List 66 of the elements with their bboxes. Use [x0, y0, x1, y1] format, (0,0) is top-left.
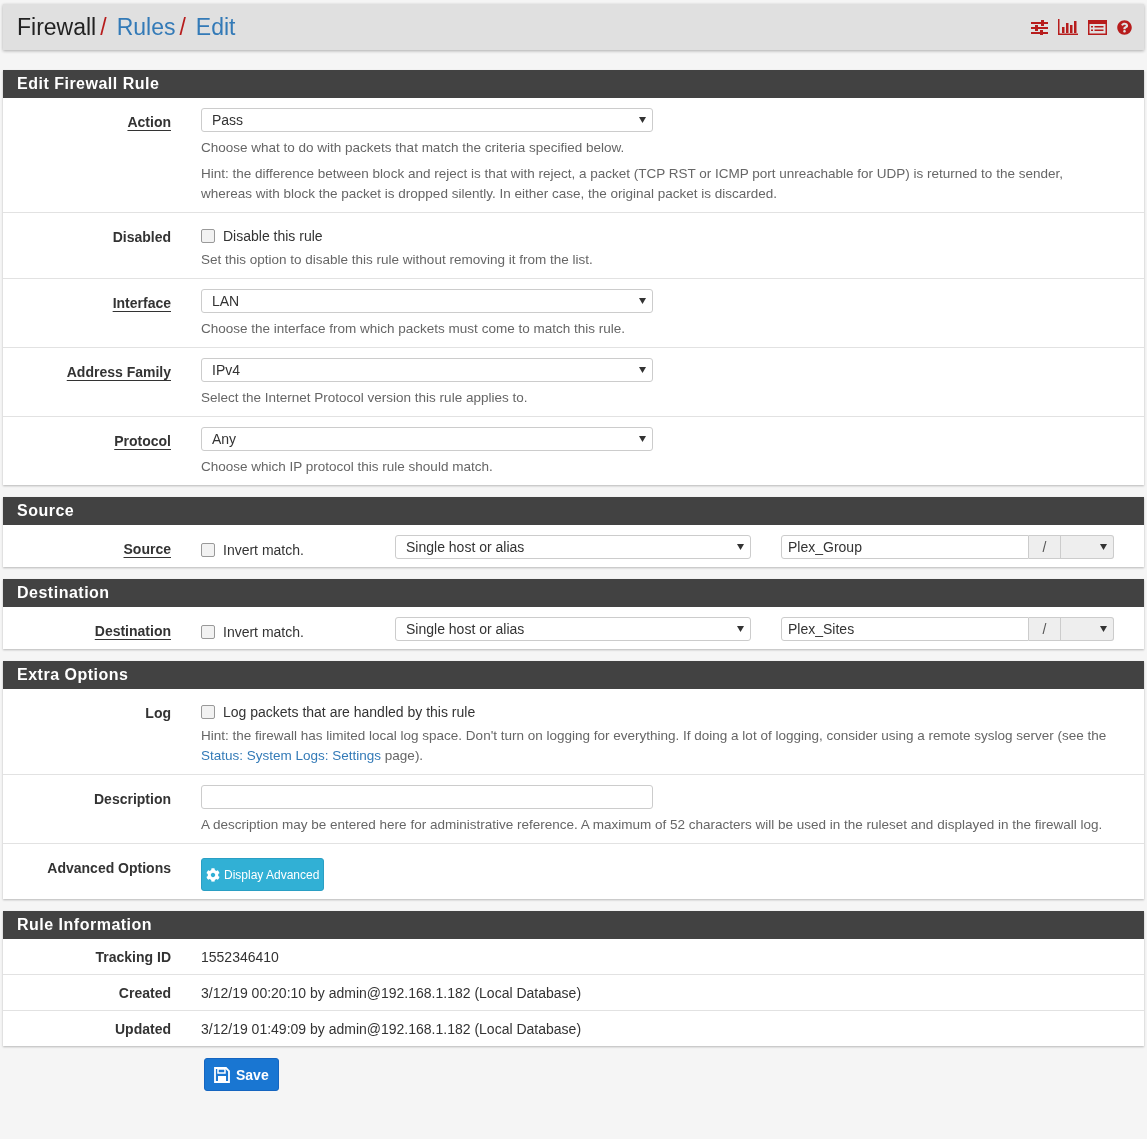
caret-icon — [639, 117, 646, 123]
save-button[interactable]: Save — [204, 1058, 279, 1091]
field-label: Created — [118, 984, 171, 1001]
panel-title: Extra Options — [3, 661, 1144, 689]
field-label: Tracking ID — [95, 948, 171, 965]
description-field[interactable] — [201, 785, 653, 809]
settings-link[interactable]: Status: System Logs: Settings — [201, 748, 382, 763]
field-label: Advanced Options — [47, 859, 171, 878]
dropdown[interactable]: IPv4 — [201, 358, 653, 382]
caret-icon — [639, 436, 646, 442]
caret-icon — [737, 544, 744, 550]
help-text: A description may be entered here for administrative reference. A maximum of 52 characters will be used in the ruleset and displayed in the firewall log. — [201, 816, 1104, 834]
list-icon[interactable] — [1088, 19, 1107, 35]
caret-icon — [1100, 544, 1107, 550]
field-label: Description — [94, 790, 171, 809]
help-text: Set this option to disable this rule without removing it from the list. — [201, 251, 594, 269]
type-dropdown[interactable]: Single host or alias — [395, 535, 751, 559]
help-text: Select the Internet Protocol version this rule applies to. — [201, 389, 529, 407]
help-text: Hint: the difference between block and reject is that with reject, a packet (TCP RST or ICMP port unreachable for UDP) is returned to the sender, whereas with block the packet is dropped silently. In either case, the original packet is discarded. — [201, 165, 1064, 203]
caret-icon — [1100, 626, 1107, 632]
caret-icon — [639, 367, 646, 373]
field-label: Destination — [94, 622, 171, 641]
checkbox-label: Disable this rule — [223, 228, 323, 244]
help-text: Choose the interface from which packets must come to match this rule. — [201, 320, 626, 338]
address-field[interactable]: Plex_Sites — [781, 617, 1029, 641]
checkbox[interactable] — [201, 542, 215, 557]
field-label: Interface — [112, 294, 171, 313]
help-text: Choose which IP protocol this rule should match. — [201, 458, 494, 476]
field-label: Disabled — [112, 228, 171, 247]
checkbox[interactable] — [201, 624, 215, 639]
sliders-icon[interactable] — [1031, 19, 1048, 35]
gear-icon — [206, 867, 220, 882]
help-icon[interactable] — [1117, 19, 1132, 35]
checkbox[interactable] — [201, 229, 215, 243]
field-label: Source — [123, 540, 171, 559]
checkbox-label: Invert match. — [223, 623, 304, 640]
checkbox-label: Log packets that are handled by this rule — [223, 704, 476, 720]
type-dropdown[interactable]: Single host or alias — [395, 617, 751, 641]
field-label: Log — [145, 704, 171, 723]
caret-icon — [639, 298, 646, 304]
checkbox-label: Invert match. — [223, 541, 304, 558]
breadcrumb-text: Firewall — [17, 13, 97, 41]
caret-icon — [737, 626, 744, 632]
dropdown[interactable]: LAN — [201, 289, 653, 313]
checkbox[interactable] — [201, 705, 215, 719]
separator-text: / — [1042, 539, 1047, 555]
info-value: 3/12/19 01:49:09 by admin@192.168.1.182 (Local Database) — [201, 1020, 583, 1037]
bar-chart-icon[interactable] — [1058, 19, 1078, 35]
panel-title: Source — [3, 497, 1144, 525]
panel-title: Destination — [3, 579, 1144, 607]
address-field[interactable]: Plex_Group — [781, 535, 1029, 559]
field-label: Address Family — [66, 363, 171, 382]
field-label: Updated — [115, 1020, 171, 1037]
field-label: Action — [127, 113, 171, 132]
help-text: Choose what to do with packets that match the criteria specified below. — [201, 139, 626, 157]
help-text: Hint: the firewall has limited local log space. Don't turn on logging for everything. If doing a lot of logging, consider using a remote syslog server (see the Status: System Logs: Settings page). — [201, 727, 1108, 765]
info-value: 3/12/19 00:20:10 by admin@192.168.1.182 (Local Database) — [201, 984, 583, 1001]
field-label: Protocol — [114, 432, 171, 451]
dropdown[interactable]: Any — [201, 427, 653, 451]
panel-title: Edit Firewall Rule — [3, 70, 1144, 98]
info-value: 1552346410 — [201, 948, 280, 965]
panel-title: Rule Information — [3, 911, 1144, 939]
dropdown[interactable]: Pass — [201, 108, 653, 132]
breadcrumb-separator: / — [100, 13, 107, 41]
separator-text: / — [1042, 621, 1047, 637]
breadcrumb-separator: / — [179, 13, 186, 41]
